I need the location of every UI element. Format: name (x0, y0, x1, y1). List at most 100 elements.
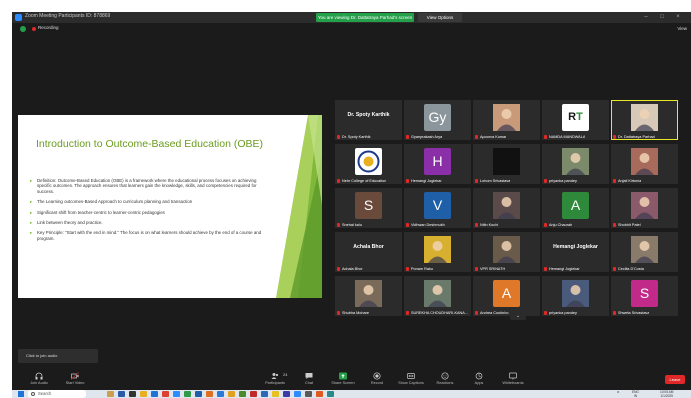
taskbar-app-icon[interactable] (250, 391, 257, 397)
participant-name: Snehal kalu (342, 223, 362, 227)
taskbar-app-icon[interactable] (228, 391, 235, 397)
taskbar-app-icon[interactable] (316, 391, 323, 397)
mic-muted-icon (544, 179, 547, 183)
taskbar-app-icon[interactable] (184, 391, 191, 397)
maximize-icon[interactable]: □ (656, 13, 668, 22)
participant-video (424, 236, 451, 263)
participant-tile[interactable]: Dr. Dattatraya Parhad (611, 100, 678, 140)
windows-start-icon[interactable] (18, 391, 24, 397)
tray-chevron-icon[interactable]: ^ (617, 390, 619, 398)
close-icon[interactable]: × (672, 13, 684, 22)
slide-bullet-list: Definition: Outcome-Based Education (OBE… (30, 178, 266, 246)
tray-language[interactable]: ENG IN (632, 390, 639, 398)
taskbar-app-icon[interactable] (283, 391, 290, 397)
join-audio-button[interactable]: Join Audio (22, 372, 56, 389)
participant-video (493, 236, 520, 263)
taskbar-app-icon[interactable] (162, 391, 169, 397)
taskbar-app-icon[interactable] (195, 391, 202, 397)
participant-name: Vidhwan Deshmukh (411, 223, 445, 227)
taskbar-app-icon[interactable] (217, 391, 224, 397)
participant-tile[interactable]: Shobhit Patel (611, 188, 678, 228)
taskbar-app-icon[interactable] (327, 391, 334, 397)
whiteboards-button[interactable]: Whiteboards (496, 372, 530, 389)
participant-tile[interactable]: Achala Bhor Achala Bhor (335, 232, 402, 272)
toolbar-button-label: Apps (474, 381, 484, 385)
taskbar-app-icon[interactable] (129, 391, 136, 397)
join-audio-hint[interactable]: Click to join audio (18, 349, 98, 363)
taskbar-app-icon[interactable] (118, 391, 125, 397)
participant-tile[interactable]: Ponam Raku (404, 232, 471, 272)
participant-tile[interactable]: Nitin Kochi (473, 188, 540, 228)
participant-name: VPR SRINATH (480, 267, 506, 271)
participant-tile[interactable]: Lohom Srivastava (473, 144, 540, 184)
participant-video (493, 104, 520, 131)
participant-video (493, 148, 520, 175)
participant-avatar: A (493, 280, 520, 307)
participant-tile[interactable]: Cecilia D'Costa (611, 232, 678, 272)
start-video-button[interactable]: Start Video (58, 372, 92, 389)
participant-name: Hemangi Joglekar (411, 179, 442, 183)
minimize-icon[interactable]: – (640, 13, 652, 22)
participant-tile[interactable]: V Vidhwan Deshmukh (404, 188, 471, 228)
show-captions-button[interactable]: Show Captions (394, 372, 428, 389)
participant-tile[interactable]: S Shweta Srivastava (611, 276, 678, 316)
mic-muted-icon (475, 223, 478, 227)
participant-tile[interactable]: H Hemangi Joglekar (404, 144, 471, 184)
apps-button[interactable]: Apps (462, 372, 496, 389)
taskbar-app-icon[interactable] (272, 391, 279, 397)
participant-tile[interactable]: Nehr College of Education (335, 144, 402, 184)
participant-tile[interactable]: A Anju Chaurah (542, 188, 609, 228)
reactions-button[interactable]: Reactions (428, 372, 462, 389)
participant-tile[interactable]: S Snehal kalu (335, 188, 402, 228)
participant-tile[interactable]: SUREKHA CHOUDHARI-KANA... (404, 276, 471, 316)
taskbar-search-input[interactable]: Search (28, 390, 86, 398)
record-button[interactable]: Record (360, 372, 394, 389)
chat-icon (292, 372, 326, 380)
participant-tile[interactable]: Anjali Kirtonia (611, 144, 678, 184)
participant-avatar: S (631, 280, 658, 307)
share-screen-button[interactable]: Share Screen (326, 372, 360, 389)
participant-avatar: A (562, 192, 589, 219)
participant-tile[interactable]: A Andrea Coutinho (473, 276, 540, 316)
chat-button[interactable]: Chat (292, 372, 326, 389)
taskbar-app-icon[interactable] (151, 391, 158, 397)
taskbar-app-icon[interactable] (261, 391, 268, 397)
participant-name: Nitin Kochi (480, 223, 499, 227)
participant-name: SUREKHA CHOUDHARI-KANA... (411, 311, 468, 315)
participant-tile[interactable]: Gy Gyanprakash Arya (404, 100, 471, 140)
participant-tile[interactable]: Dr. Spoty Karthik Dr. Spoty Karthik (335, 100, 402, 140)
participant-name-label: VPR SRINATH (475, 267, 505, 271)
taskbar-app-icon[interactable] (173, 391, 180, 397)
participant-video (631, 148, 658, 175)
participant-tile[interactable]: VPR SRINATH (473, 232, 540, 272)
tray-clock[interactable]: 10:05 AM 1/1/2025 (660, 390, 673, 398)
taskbar-app-icon[interactable] (305, 391, 312, 397)
mic-muted-icon (337, 311, 340, 315)
mic-muted-icon (475, 311, 478, 315)
participant-name: priyanka pandey (549, 311, 577, 315)
viewing-banner: You are viewing Dr. Dattatraya Parhad's … (316, 13, 414, 22)
taskbar-app-icon[interactable] (107, 391, 114, 397)
participant-name-label: Andrea Coutinho (475, 311, 509, 315)
taskbar-app-icon[interactable] (294, 391, 301, 397)
gallery-next-page-icon[interactable]: ⌄ (510, 313, 526, 320)
taskbar-app-icon[interactable] (239, 391, 246, 397)
participant-tile[interactable]: Hemangi Joglekar Hemangi Joglekar (542, 232, 609, 272)
participant-tile[interactable]: RT NAMDA MANDWALA (542, 100, 609, 140)
whiteboard-icon (496, 372, 530, 380)
participant-name-label: Shubha Mohare (337, 311, 369, 315)
view-options-button[interactable]: View Options (418, 13, 462, 22)
security-shield-icon[interactable] (20, 26, 26, 32)
participant-name: NAMDA MANDWALA (549, 135, 586, 139)
taskbar-app-icon[interactable] (206, 391, 213, 397)
participant-video (562, 280, 589, 307)
taskbar-app-icon[interactable] (140, 391, 147, 397)
mic-muted-icon (406, 179, 409, 183)
leave-button[interactable]: Leave (665, 375, 685, 384)
participant-tile[interactable]: priyanka pandey (542, 144, 609, 184)
participant-tile[interactable]: Apoorva Kumar (473, 100, 540, 140)
view-button[interactable]: View (667, 25, 687, 33)
mic-muted-icon (613, 135, 616, 139)
participant-tile[interactable]: priyanka pandey (542, 276, 609, 316)
participant-tile[interactable]: Shubha Mohare (335, 276, 402, 316)
